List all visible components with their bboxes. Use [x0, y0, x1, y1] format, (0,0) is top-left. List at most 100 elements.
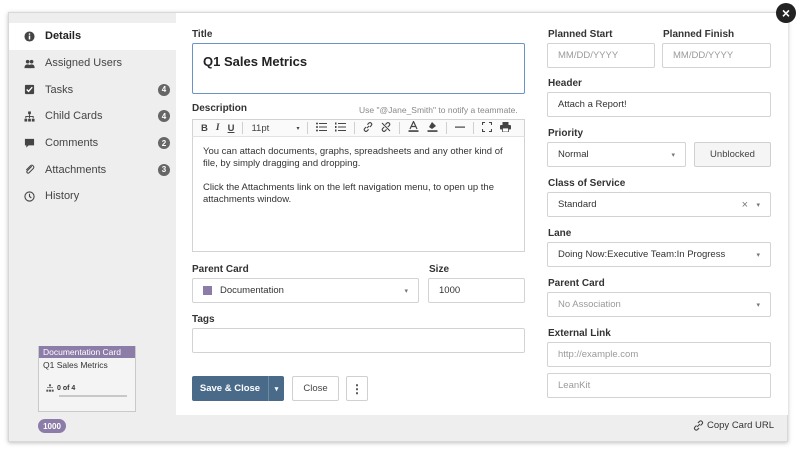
external-link-url-input[interactable]: http://example.com: [547, 342, 771, 367]
save-close-label: Save & Close: [199, 383, 261, 394]
size-value: 1000: [439, 285, 461, 296]
users-icon: [23, 57, 35, 69]
child-progress-bar: [59, 395, 127, 397]
sidebar-item-comments[interactable]: Comments 2: [9, 130, 176, 157]
class-of-service-value: Standard: [558, 199, 597, 210]
link-icon[interactable]: [363, 121, 373, 135]
header-label: Header: [548, 78, 582, 89]
lane-select[interactable]: Doing Now:Executive Team:In Progress ▾: [547, 242, 771, 267]
card-title: Q1 Sales Metrics: [43, 360, 108, 370]
planned-finish-label: Planned Finish: [663, 29, 735, 40]
sidebar-item-label: Details: [45, 30, 82, 43]
toolbar-divider: [307, 122, 309, 134]
underline-button[interactable]: U: [228, 123, 235, 134]
sidebar-item-label: Attachments: [45, 163, 107, 176]
chevron-down-icon: ▾: [296, 125, 300, 132]
sidebar-item-attachments[interactable]: Attachments 3: [9, 156, 176, 183]
unlink-icon[interactable]: [381, 121, 391, 135]
mention-hint: Use "@Jane_Smith" to notify a teammate.: [359, 105, 518, 115]
right-parent-card-label: Parent Card: [548, 278, 605, 289]
sidebar-item-assigned-users[interactable]: Assigned Users: [9, 50, 176, 77]
copy-card-url-link[interactable]: Copy Card URL: [693, 420, 774, 431]
clock-icon: [23, 190, 35, 202]
unblocked-label: Unblocked: [710, 149, 755, 160]
parent-card-placeholder: No Association: [558, 299, 621, 310]
save-options-dropdown[interactable]: ▾: [268, 376, 284, 401]
card-type-swatch: [203, 286, 212, 295]
sidebar-item-tasks[interactable]: Tasks 4: [9, 76, 176, 103]
horizontal-rule-icon[interactable]: [455, 122, 466, 135]
external-link-title-input[interactable]: LeanKit: [547, 373, 771, 398]
lane-value: Doing Now:Executive Team:In Progress: [558, 249, 726, 260]
toolbar-divider: [446, 122, 448, 134]
tags-label: Tags: [192, 314, 215, 325]
child-progress-text: 0 of 4: [57, 384, 76, 392]
card-preview[interactable]: Documentation Card Q1 Sales Metrics 0 of…: [38, 346, 136, 412]
sidebar-item-history[interactable]: History: [9, 183, 176, 210]
planned-start-label: Planned Start: [548, 29, 613, 40]
title-label: Title: [192, 29, 213, 40]
highlight-color-icon[interactable]: [427, 121, 438, 135]
numbered-list-icon[interactable]: [335, 122, 347, 135]
title-input[interactable]: Q1 Sales Metrics: [192, 43, 525, 94]
parent-card-association-select[interactable]: No Association ▾: [547, 292, 771, 317]
planned-start-input[interactable]: MM/DD/YYYY: [547, 43, 655, 68]
close-modal-button[interactable]: ×: [776, 3, 796, 23]
sidebar-item-label: Comments: [45, 137, 99, 150]
sidebar-nav: Details Assigned Users Tasks 4 Child Car…: [9, 23, 176, 210]
more-options-button[interactable]: ⋮: [346, 376, 368, 401]
bold-button[interactable]: B: [201, 123, 208, 134]
font-size-select[interactable]: 11pt ▾: [251, 123, 299, 134]
class-of-service-label: Class of Service: [548, 178, 626, 189]
unblocked-button[interactable]: Unblocked: [694, 142, 771, 167]
info-icon: [23, 30, 35, 42]
sidebar-item-details[interactable]: Details: [9, 23, 176, 50]
bullet-list-icon[interactable]: [316, 122, 328, 135]
child-cards-count-badge: 4: [158, 110, 170, 123]
tasks-count-badge: 4: [158, 83, 170, 96]
hierarchy-icon: [23, 110, 35, 122]
sidebar-item-child-cards[interactable]: Child Cards 4: [9, 103, 176, 130]
vertical-dots-icon: ⋮: [351, 381, 363, 396]
toolbar-divider: [242, 122, 244, 134]
sidebar-item-label: Assigned Users: [45, 57, 123, 70]
sidebar-item-label: Child Cards: [45, 110, 103, 123]
size-label: Size: [429, 264, 450, 275]
class-of-service-select[interactable]: Standard × ▾: [547, 192, 771, 217]
parent-card-select[interactable]: Documentation ▾: [192, 278, 419, 303]
header-input[interactable]: Attach a Report!: [547, 92, 771, 117]
copy-card-url-label: Copy Card URL: [707, 420, 775, 431]
priority-label: Priority: [548, 128, 584, 139]
save-close-button[interactable]: Save & Close ▾: [192, 376, 284, 401]
paperclip-icon: [23, 164, 35, 176]
font-size-value: 11pt: [251, 122, 270, 134]
child-progress: 0 of 4: [46, 384, 75, 392]
close-button[interactable]: Close: [292, 376, 339, 401]
priority-value: Normal: [558, 149, 589, 160]
fullscreen-icon[interactable]: [482, 121, 493, 135]
parent-card-value: Documentation: [220, 285, 284, 296]
planned-start-placeholder: MM/DD/YYYY: [558, 50, 619, 61]
attachments-count-badge: 3: [158, 163, 170, 176]
comments-count-badge: 2: [158, 137, 170, 150]
description-paragraph: You can attach documents, graphs, spread…: [203, 146, 503, 169]
title-value: Q1 Sales Metrics: [203, 54, 308, 69]
tags-input[interactable]: [192, 328, 525, 353]
toolbar-divider: [399, 122, 401, 134]
italic-button[interactable]: I: [216, 123, 220, 133]
header-value: Attach a Report!: [558, 99, 627, 110]
toolbar-divider: [354, 122, 356, 134]
print-icon[interactable]: [500, 121, 512, 135]
description-editor[interactable]: You can attach documents, graphs, spread…: [192, 137, 525, 252]
chevron-down-icon: ▾: [756, 301, 760, 309]
comment-icon: [23, 137, 35, 149]
hierarchy-icon: [46, 384, 54, 392]
clear-icon[interactable]: ×: [742, 199, 748, 211]
planned-finish-input[interactable]: MM/DD/YYYY: [662, 43, 771, 68]
text-color-icon[interactable]: [408, 120, 419, 135]
external-link-title-placeholder: LeanKit: [558, 380, 591, 391]
card-type-label: Documentation Card: [39, 346, 135, 358]
size-input[interactable]: 1000: [428, 278, 525, 303]
priority-select[interactable]: Normal ▾: [547, 142, 686, 167]
lane-label: Lane: [548, 228, 572, 239]
